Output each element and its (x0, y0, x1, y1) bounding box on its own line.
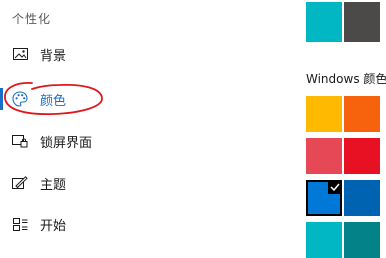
color-swatch[interactable] (344, 180, 380, 216)
lock-screen-icon (12, 133, 28, 149)
sidebar-item-colors[interactable]: 颜色 (0, 83, 280, 115)
sidebar-item-label: 主题 (40, 177, 67, 193)
windows-colors-heading: Windows 颜色 (306, 72, 386, 86)
sidebar-item-label: 锁屏界面 (40, 135, 93, 151)
theme-icon (12, 175, 28, 191)
section-title: 个性化 (12, 12, 52, 26)
picture-icon (12, 46, 28, 62)
sidebar-item-background[interactable]: 背景 (0, 38, 280, 70)
colors-content: Windows 颜色 (296, 0, 386, 258)
color-swatch[interactable] (306, 138, 342, 174)
color-swatch[interactable] (344, 2, 380, 42)
color-swatch[interactable] (306, 222, 342, 258)
color-swatch[interactable] (344, 222, 380, 258)
checkmark-icon (328, 180, 342, 194)
color-swatch[interactable] (306, 96, 342, 132)
color-swatch[interactable] (306, 2, 342, 42)
sidebar-item-lock-screen[interactable]: 锁屏界面 (0, 125, 280, 157)
start-icon (12, 216, 28, 232)
sidebar-item-themes[interactable]: 主题 (0, 167, 280, 199)
settings-sidebar: 个性化 背景 颜色 锁屏界面 主题 开始 (0, 0, 290, 243)
color-swatch-selected[interactable] (306, 180, 342, 216)
sidebar-item-start[interactable]: 开始 (0, 208, 280, 240)
color-swatch[interactable] (344, 96, 380, 132)
palette-icon (12, 91, 28, 107)
sidebar-item-label: 开始 (40, 218, 67, 234)
sidebar-item-label: 颜色 (40, 93, 67, 109)
color-swatch[interactable] (344, 138, 380, 174)
sidebar-item-label: 背景 (40, 48, 67, 64)
